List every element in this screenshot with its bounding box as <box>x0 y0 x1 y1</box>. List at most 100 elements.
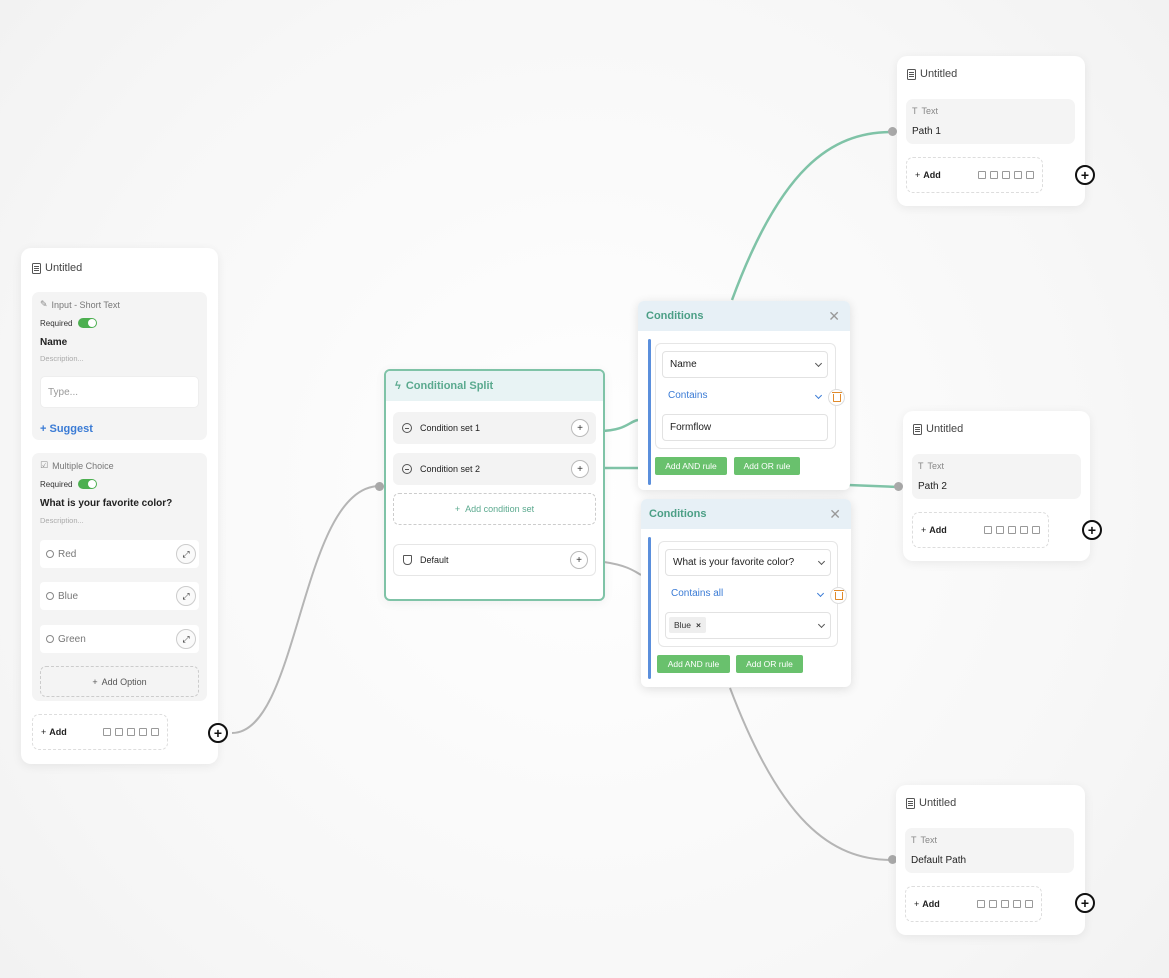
default-row[interactable]: Default + <box>393 544 596 576</box>
path-text[interactable]: Path 2 <box>918 481 947 492</box>
edge-to-path1 <box>730 130 893 301</box>
edge-to-default-path <box>729 687 893 861</box>
answer-input[interactable]: Type... <box>40 376 199 408</box>
add-block-bar[interactable]: + Add <box>905 886 1042 922</box>
branch-link-icon[interactable]: ⤢ <box>176 586 196 606</box>
split-title: Conditional Split <box>405 380 494 392</box>
add-connection-handle[interactable]: + <box>1075 893 1095 913</box>
option-item[interactable]: Red ⤢ <box>40 540 199 568</box>
add-rule-button[interactable]: + <box>571 419 589 437</box>
checkbox-icon: ☑ <box>40 460 49 470</box>
remove-icon[interactable] <box>402 464 412 474</box>
add-block-bar[interactable]: + Add <box>906 157 1043 193</box>
edit-icon: ✎ <box>40 299 48 309</box>
path-node-card-2[interactable]: Untitled T Text Path 2 + Add <box>903 411 1090 561</box>
path-node-card-default[interactable]: Untitled T Text Default Path + Add <box>896 785 1085 935</box>
path2-input-handle[interactable] <box>894 482 903 491</box>
add-rule-button[interactable]: + <box>571 460 589 478</box>
chevron-down-icon[interactable] <box>814 391 823 400</box>
document-icon <box>913 423 922 435</box>
node-title: Untitled <box>919 797 957 809</box>
value-input[interactable]: Formflow <box>662 414 828 441</box>
block-type-icons[interactable] <box>984 526 1040 534</box>
description-field[interactable]: Description... <box>40 516 84 525</box>
block-type-icons[interactable] <box>978 171 1034 179</box>
path-node-card-1[interactable]: Untitled T Text Path 1 + Add <box>897 56 1085 206</box>
block-type-label: Multiple Choice <box>52 460 114 471</box>
input-node-card[interactable]: Untitled ✎ Input - Short Text Required N… <box>21 248 218 764</box>
text-block[interactable]: T Text Path 1 <box>906 99 1075 144</box>
chevron-down-icon[interactable] <box>816 589 825 598</box>
rule-group-marker <box>648 339 651 485</box>
trash-icon[interactable] <box>830 587 847 604</box>
node-title: Untitled <box>926 423 964 435</box>
path1-input-handle[interactable] <box>888 127 897 136</box>
edge-to-path2 <box>847 483 899 489</box>
operator-select[interactable]: Contains all <box>671 588 723 599</box>
required-label: Required <box>40 479 73 489</box>
conditions-panel-1[interactable]: Conditions ✕ Name Contains Formflow Add … <box>638 301 850 490</box>
text-block[interactable]: T Text Path 2 <box>912 454 1081 499</box>
add-and-rule-button[interactable]: Add AND rule <box>657 655 730 673</box>
plus-icon: + <box>914 899 920 909</box>
path-text[interactable]: Default Path <box>911 855 966 866</box>
option-item[interactable]: Blue ⤢ <box>40 582 199 610</box>
field-name[interactable]: Name <box>40 337 67 348</box>
trash-icon[interactable] <box>828 389 845 406</box>
add-or-rule-button[interactable]: Add OR rule <box>734 457 800 475</box>
add-option-button[interactable]: + Add Option <box>40 666 199 697</box>
plus-icon: + <box>921 525 927 535</box>
suggest-button[interactable]: + Suggest <box>40 423 93 435</box>
condition-set-row[interactable]: Condition set 1 + <box>393 412 596 444</box>
block-type-icons[interactable] <box>977 900 1033 908</box>
rule-box: Name Contains Formflow <box>655 343 845 449</box>
option-label: Red <box>58 548 77 560</box>
remove-tag-icon[interactable]: × <box>696 620 701 630</box>
close-icon[interactable]: ✕ <box>829 506 841 523</box>
text-type-icon: T <box>912 106 918 116</box>
rule-group-marker <box>648 537 651 679</box>
branch-link-icon[interactable]: ⤢ <box>176 629 196 649</box>
condition-set-row[interactable]: Condition set 2 + <box>393 453 596 485</box>
plus-icon: + <box>92 676 98 687</box>
block-type-label: Input - Short Text <box>51 299 120 310</box>
required-toggle[interactable] <box>78 479 98 489</box>
text-block[interactable]: T Text Default Path <box>905 828 1074 873</box>
description-field[interactable]: Description... <box>40 354 84 363</box>
add-or-rule-button[interactable]: Add OR rule <box>736 655 803 673</box>
branch-link-icon[interactable]: ⤢ <box>176 544 196 564</box>
path-text[interactable]: Path 1 <box>912 126 941 137</box>
plus-icon: + <box>41 727 47 737</box>
add-condition-set-button[interactable]: + Add condition set <box>393 493 596 525</box>
shield-icon <box>403 555 412 565</box>
add-connection-handle[interactable]: + <box>1082 520 1102 540</box>
text-type-icon: T <box>918 461 924 471</box>
add-block-bar[interactable]: + Add <box>32 714 168 750</box>
value-tag[interactable]: Blue × <box>669 617 706 633</box>
field-select[interactable]: What is your favorite color? <box>665 549 831 576</box>
add-and-rule-button[interactable]: Add AND rule <box>655 457 727 475</box>
required-toggle[interactable] <box>78 318 98 328</box>
add-rule-button[interactable]: + <box>570 551 588 569</box>
conditions-panel-2[interactable]: Conditions ✕ What is your favorite color… <box>641 499 851 687</box>
close-icon[interactable]: ✕ <box>828 308 840 325</box>
panel-title: Conditions <box>649 508 707 520</box>
operator-select[interactable]: Contains <box>668 390 707 401</box>
option-item[interactable]: Green ⤢ <box>40 625 199 653</box>
block-type-icons[interactable] <box>103 728 159 736</box>
question-text[interactable]: What is your favorite color? <box>40 498 172 509</box>
add-connection-handle[interactable]: + <box>208 723 228 743</box>
required-label: Required <box>40 318 73 328</box>
split-input-handle[interactable] <box>375 482 384 491</box>
radio-icon <box>46 550 54 558</box>
short-text-block[interactable]: ✎ Input - Short Text Required Name Descr… <box>32 292 207 440</box>
lightning-icon: ϟ <box>395 380 401 392</box>
add-block-bar[interactable]: + Add <box>912 512 1049 548</box>
add-connection-handle[interactable]: + <box>1075 165 1095 185</box>
conditional-split-node[interactable]: ϟ Conditional Split Condition set 1 + Co… <box>384 369 605 601</box>
edge-set1 <box>599 418 639 433</box>
remove-icon[interactable] <box>402 423 412 433</box>
multiple-choice-block[interactable]: ☑ Multiple Choice Required What is your … <box>32 453 207 701</box>
option-label: Green <box>58 633 86 645</box>
field-select[interactable]: Name <box>662 351 828 378</box>
